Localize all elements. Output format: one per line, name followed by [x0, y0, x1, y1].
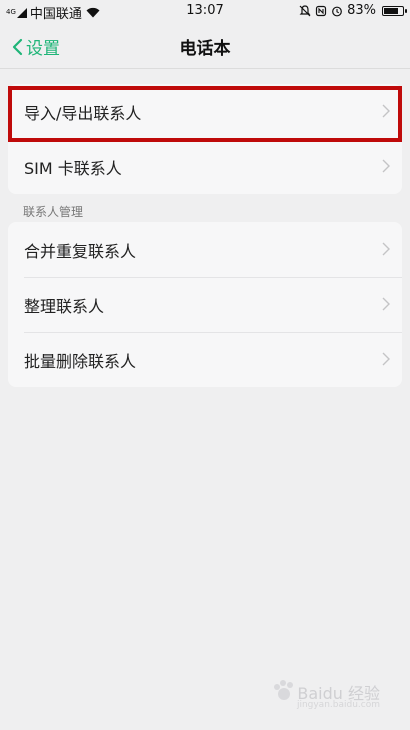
chevron-right-icon	[382, 352, 390, 366]
contacts-manage-group: 合并重复联系人 整理联系人 批量删除联系人	[8, 222, 402, 387]
battery-percent: 83%	[347, 3, 376, 18]
chevron-right-icon	[382, 297, 390, 311]
alarm-icon	[332, 6, 342, 16]
battery-fill	[384, 7, 399, 14]
battery-icon	[382, 5, 407, 16]
chevron-right-icon	[382, 104, 390, 118]
watermark-url: jingyan.baidu.com	[296, 700, 380, 710]
merge-duplicates-item[interactable]: 合并重复联系人	[8, 222, 402, 277]
page-title: 电话本	[179, 39, 231, 59]
list-item-label: 批量删除联系人	[24, 351, 137, 371]
status-bar: 4G 中国联通 13:07 83%	[0, 0, 410, 22]
section-header: 联系人管理	[23, 205, 84, 219]
baidu-paw-icon	[274, 680, 294, 700]
organize-contacts-item[interactable]: 整理联系人	[8, 277, 402, 332]
header-divider	[0, 68, 410, 69]
contacts-io-group: 导入/导出联系人 SIM 卡联系人	[8, 84, 402, 194]
list-item-label: SIM 卡联系人	[24, 158, 122, 178]
list-item-label: 合并重复联系人	[24, 241, 137, 261]
list-item-label: 导入/导出联系人	[24, 103, 142, 123]
nav-bar: 设置 电话本	[0, 22, 410, 68]
nfc-icon	[315, 5, 327, 16]
baidu-watermark: Baidu 经验 jingyan.baidu.com	[271, 678, 380, 710]
mute-bell-icon	[299, 4, 311, 16]
sim-contacts-item[interactable]: SIM 卡联系人	[8, 139, 402, 194]
chevron-right-icon	[382, 159, 390, 173]
list-item-label: 整理联系人	[24, 296, 105, 316]
import-export-contacts-item[interactable]: 导入/导出联系人	[8, 84, 402, 139]
batch-delete-contacts-item[interactable]: 批量删除联系人	[8, 332, 402, 387]
chevron-right-icon	[382, 242, 390, 256]
status-right: 83%	[299, 3, 407, 18]
